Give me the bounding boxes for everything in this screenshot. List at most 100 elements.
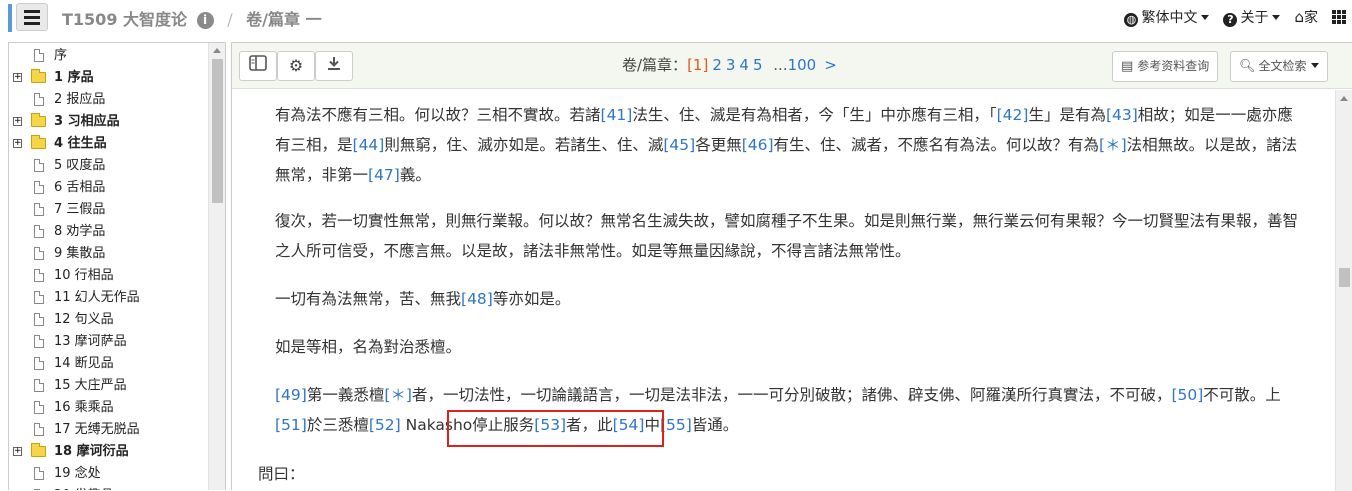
tree-item-label: 6 舌相品 [54, 180, 106, 195]
document-icon [34, 357, 44, 370]
juan-current: [1] [687, 56, 709, 74]
tree-item[interactable]: +4 往生品 [9, 133, 209, 155]
reader-toolbar: ⚙ 卷/篇章：[1] 2 3 4 5 ...100 > ▤ 参考资料查询 🔍︎ 全文检索 [232, 43, 1352, 89]
document-icon [34, 401, 44, 414]
text-segment: 等亦如是。 [492, 290, 571, 308]
fulltext-search-label: 全文检索 [1258, 59, 1307, 73]
fulltext-search-button[interactable]: 🔍︎ 全文检索 [1230, 51, 1328, 82]
document-icon [34, 203, 44, 216]
expand-icon[interactable]: + [13, 447, 22, 456]
tree-item[interactable]: +18 摩诃衍品 [9, 441, 209, 463]
document-icon [34, 159, 44, 172]
document-icon [34, 181, 44, 194]
section-title: 卷/篇章 一 [246, 10, 322, 29]
tree-item[interactable]: 2 报应品 [9, 89, 209, 111]
reference-lookup-button[interactable]: ▤ 参考资料查询 [1112, 51, 1219, 82]
home-link[interactable]: ⌂家 [1294, 7, 1318, 27]
paragraph-4: 如是等相，名為對治悉檀。 [275, 338, 462, 356]
hamburger-icon [24, 9, 40, 13]
tree-item[interactable]: +1 序品 [9, 67, 209, 89]
info-icon[interactable]: i [196, 12, 214, 29]
scroll-up-icon[interactable] [1340, 96, 1348, 101]
juan-link[interactable]: 5 [753, 56, 763, 74]
tree-item-label: 13 摩诃萨品 [54, 334, 127, 349]
note-reference[interactable]: [41] [601, 106, 633, 124]
expand-icon[interactable]: + [13, 117, 22, 126]
tree-item[interactable]: 20 发趣品 [9, 485, 209, 490]
note-reference[interactable]: [49] [275, 386, 307, 404]
juan-next[interactable]: > [824, 56, 837, 74]
about-label: 关于 [1240, 10, 1269, 26]
juan-link[interactable]: 2 [712, 56, 722, 74]
tree-item[interactable]: 11 幻人无作品 [9, 287, 209, 309]
tree-item-label: 2 报应品 [54, 92, 106, 107]
juan-pagination: 卷/篇章：[1] 2 3 4 5 ...100 > [622, 54, 837, 75]
tree-item-label: 9 集散品 [54, 246, 106, 261]
juan-link-last[interactable]: 100 [788, 56, 817, 74]
chapter-tree: 序 +1 序品 2 报应品 +3 习相应品 +4 往生品 5 叹度品 6 舌相品 7 三假品 8… [9, 45, 209, 490]
note-reference[interactable]: [＊] [1099, 136, 1127, 154]
note-reference[interactable]: [42] [997, 106, 1029, 124]
note-reference[interactable]: [52] [369, 416, 401, 434]
menu-button[interactable] [16, 3, 48, 31]
tree-item[interactable]: 6 舌相品 [9, 177, 209, 199]
tree-item[interactable]: 19 念处 [9, 463, 209, 485]
settings-button[interactable]: ⚙ [277, 51, 315, 81]
note-reference[interactable]: [43] [1106, 106, 1138, 124]
download-button[interactable] [315, 51, 353, 81]
document-icon [34, 423, 44, 436]
scroll-up-icon[interactable] [213, 48, 221, 53]
scroll-thumb[interactable] [1339, 268, 1350, 287]
document-icon [34, 313, 44, 326]
expand-icon[interactable]: + [13, 139, 22, 148]
caret-down-icon [1272, 15, 1281, 20]
home-label: 家 [1304, 10, 1318, 26]
tree-item[interactable]: 5 叹度品 [9, 155, 209, 177]
tree-item-label: 14 断见品 [54, 356, 114, 371]
toggle-sidebar-button[interactable] [239, 51, 277, 81]
note-reference[interactable]: [45] [663, 136, 695, 154]
tree-item[interactable]: 8 劝学品 [9, 221, 209, 243]
tree-item-label: 12 句义品 [54, 312, 114, 327]
tree-item[interactable]: 9 集散品 [9, 243, 209, 265]
juan-link[interactable]: 4 [739, 56, 749, 74]
tree-item[interactable]: 序 [9, 45, 209, 67]
text-segment: 於三悉檀 [306, 416, 369, 434]
language-menu[interactable]: ◍ 繁体中文 [1124, 7, 1210, 27]
scroll-thumb[interactable] [212, 59, 223, 203]
expand-icon[interactable]: + [13, 73, 22, 82]
tree-item[interactable]: 13 摩诃萨品 [9, 331, 209, 353]
tree-item[interactable]: +3 习相应品 [9, 111, 209, 133]
tree-item[interactable]: 7 三假品 [9, 199, 209, 221]
note-reference[interactable]: [55] [660, 416, 692, 434]
note-reference[interactable]: [＊] [384, 386, 412, 404]
tree-item[interactable]: 14 断见品 [9, 353, 209, 375]
note-reference[interactable]: [44] [353, 136, 385, 154]
tree-item[interactable]: 15 大庄严品 [9, 375, 209, 397]
tree-item-label: 4 往生品 [54, 136, 107, 151]
note-reference[interactable]: [47] [368, 166, 400, 184]
tree-item-label: 17 无缚无脱品 [54, 422, 140, 437]
tree-item-label: 5 叹度品 [54, 158, 106, 173]
note-reference[interactable]: [46] [742, 136, 774, 154]
about-menu[interactable]: ? 关于 [1223, 7, 1281, 27]
paragraph-5: [49]第一義悉檀[＊]者，一切法性，一切論議語言，一切是法非法，一一可分別破散… [275, 380, 1305, 440]
note-reference[interactable]: [48] [461, 290, 493, 308]
text-segment: 有生、住、滅者，不應名有為法。何以故？有為 [773, 136, 1100, 154]
breadcrumb-separator: / [227, 10, 233, 29]
tree-item[interactable]: 16 乘乘品 [9, 397, 209, 419]
tree-item[interactable]: 12 句义品 [9, 309, 209, 331]
book-icon: ▤ [1121, 59, 1134, 74]
sutra-title: T1509 大智度论 [62, 10, 188, 29]
content-scrollbar[interactable] [1335, 90, 1352, 491]
caret-down-icon [1201, 15, 1210, 20]
juan-link[interactable]: 3 [726, 56, 736, 74]
tree-item-label: 19 念处 [54, 466, 101, 481]
note-reference[interactable]: [50] [1171, 386, 1203, 404]
tree-item[interactable]: 17 无缚无脱品 [9, 419, 209, 441]
document-icon [34, 225, 44, 238]
tree-item[interactable]: 10 行相品 [9, 265, 209, 287]
grid-menu-icon[interactable] [1332, 10, 1346, 24]
note-reference[interactable]: [51] [275, 416, 307, 434]
sidebar-scrollbar[interactable] [208, 43, 225, 490]
